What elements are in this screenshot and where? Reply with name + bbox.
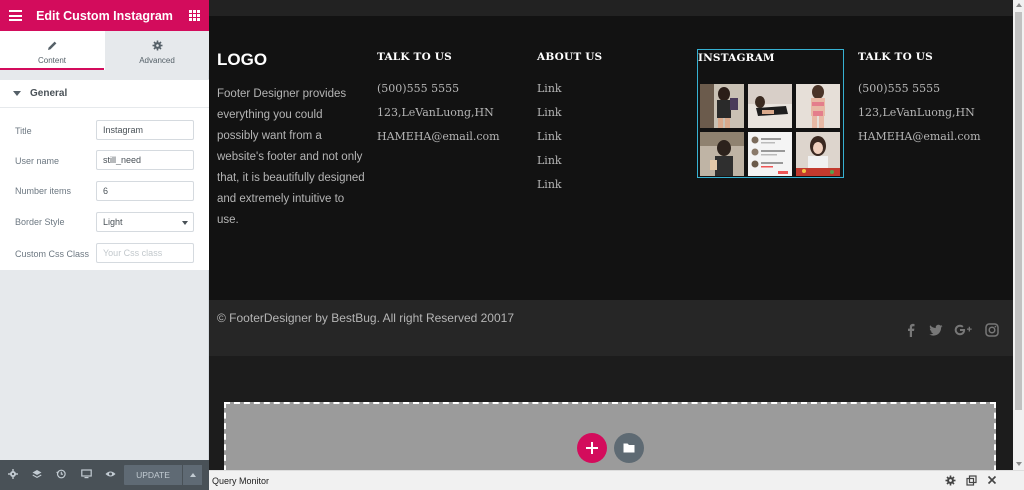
add-template-button[interactable] <box>614 433 644 463</box>
query-monitor-label[interactable]: Query Monitor <box>212 476 269 486</box>
popout-window-icon[interactable] <box>965 475 977 487</box>
preview-canvas: LOGO Footer Designer provides everything… <box>209 0 1013 470</box>
google-plus-icon[interactable] <box>954 323 973 337</box>
css-class-input[interactable] <box>96 243 194 263</box>
update-button[interactable]: UPDATE <box>124 465 182 485</box>
instagram-photo[interactable] <box>700 84 744 128</box>
copyright-text: © FooterDesigner by BestBug. All right R… <box>217 311 514 325</box>
border-style-select[interactable]: Light <box>96 212 194 232</box>
talk-heading-1: TALK TO US <box>377 51 452 63</box>
scrollbar-thumb[interactable] <box>1015 12 1022 410</box>
instagram-photo[interactable] <box>700 132 744 176</box>
panel-tabs: Content Advanced <box>0 31 209 70</box>
layers-icon[interactable] <box>31 469 43 481</box>
close-icon[interactable] <box>986 475 998 487</box>
section-title: General <box>30 88 68 99</box>
number-items-label: Number items <box>15 186 72 196</box>
settings-icon[interactable] <box>7 469 19 481</box>
folder-icon <box>623 443 635 453</box>
history-icon[interactable] <box>55 469 67 481</box>
pencil-icon <box>0 40 104 52</box>
update-options-button[interactable] <box>182 465 202 485</box>
css-class-label: Custom Css Class <box>15 249 90 259</box>
scroll-down-arrow-icon[interactable] <box>1016 462 1022 466</box>
site-footer: LOGO Footer Designer provides everything… <box>209 16 1013 300</box>
instagram-photo[interactable] <box>748 84 792 128</box>
talk-email-1: HAMEHA@email.com <box>377 130 500 143</box>
responsive-icon[interactable] <box>80 469 92 481</box>
preview-eye-icon[interactable] <box>104 469 116 481</box>
facebook-icon[interactable] <box>904 323 918 337</box>
about-link[interactable]: Link <box>537 82 562 95</box>
tab-advanced-label: Advanced <box>139 56 175 65</box>
controls-panel: General Title User name Number items Bor… <box>0 79 209 270</box>
panel-title: Edit Custom Instagram <box>36 9 173 23</box>
editor-panel: Edit Custom Instagram Content Advanced G… <box>0 0 209 490</box>
add-section-button[interactable] <box>577 433 607 463</box>
scroll-up-arrow-icon[interactable] <box>1016 3 1022 7</box>
instagram-photo[interactable] <box>796 132 840 176</box>
instagram-widget[interactable]: INSTAGRAM <box>697 49 844 178</box>
username-input[interactable] <box>96 150 194 170</box>
about-link[interactable]: Link <box>537 154 562 167</box>
caret-up-icon <box>190 473 196 477</box>
footer-logo: LOGO <box>217 50 268 69</box>
plus-icon <box>586 442 598 454</box>
talk-phone-1: (500)555 5555 <box>377 82 460 95</box>
title-label: Title <box>15 126 32 136</box>
talk-email-2: HAMEHA@email.com <box>858 130 981 143</box>
preview-top-strip <box>209 0 1013 16</box>
number-items-input[interactable] <box>96 181 194 201</box>
gear-icon[interactable] <box>944 475 956 487</box>
instagram-photo[interactable] <box>796 84 840 128</box>
gear-icon <box>105 40 209 52</box>
tab-advanced[interactable]: Advanced <box>105 31 209 70</box>
title-input[interactable] <box>96 120 194 140</box>
chevron-down-icon <box>182 221 188 225</box>
about-us-heading: ABOUT US <box>537 51 603 63</box>
instagram-icon[interactable] <box>985 323 999 337</box>
username-label: User name <box>15 156 60 166</box>
query-monitor-bar: Query Monitor <box>209 470 1024 490</box>
talk-heading-2: TALK TO US <box>858 51 933 63</box>
panel-header: Edit Custom Instagram <box>0 0 209 31</box>
about-link[interactable]: Link <box>537 106 562 119</box>
widgets-grid-icon[interactable] <box>189 10 200 21</box>
twitter-icon[interactable] <box>929 323 943 337</box>
caret-down-icon <box>13 91 21 96</box>
footer-about-text: Footer Designer provides everything you … <box>217 88 365 226</box>
talk-address-2: 123,LeVanLuong,HN <box>858 106 975 119</box>
copyright-bar: © FooterDesigner by BestBug. All right R… <box>209 300 1013 356</box>
about-link[interactable]: Link <box>537 130 562 143</box>
talk-address-1: 123,LeVanLuong,HN <box>377 106 494 119</box>
border-style-label: Border Style <box>15 217 65 227</box>
tab-content[interactable]: Content <box>0 31 104 70</box>
instagram-heading: INSTAGRAM <box>698 52 775 64</box>
border-style-value: Light <box>103 217 123 227</box>
vertical-scrollbar[interactable] <box>1013 0 1024 470</box>
talk-phone-2: (500)555 5555 <box>858 82 941 95</box>
add-section-dropzone[interactable] <box>224 402 996 470</box>
tab-content-label: Content <box>37 56 67 65</box>
section-general-toggle[interactable]: General <box>0 80 209 108</box>
about-link[interactable]: Link <box>537 178 562 191</box>
instagram-photo[interactable] <box>748 132 792 176</box>
